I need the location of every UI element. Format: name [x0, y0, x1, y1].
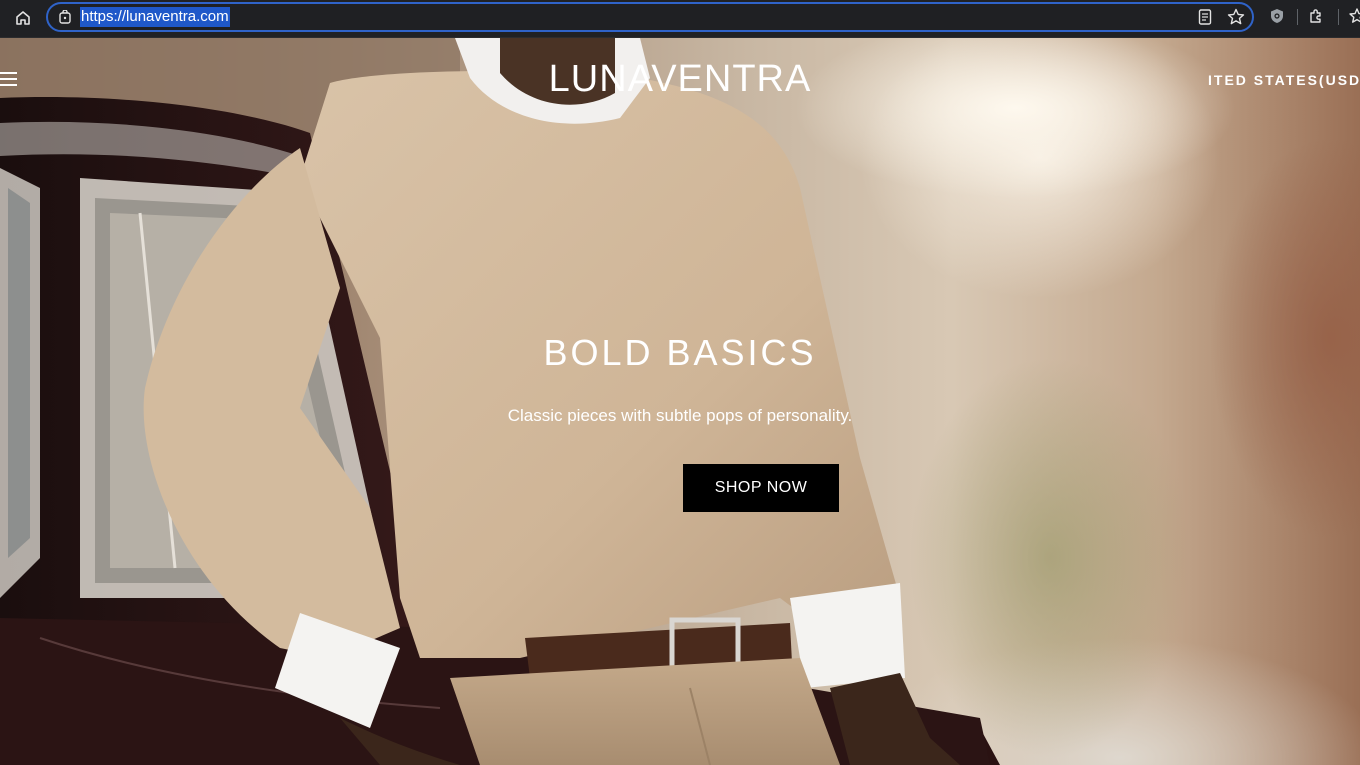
reader-mode-icon[interactable]: [1196, 8, 1214, 26]
hero-headline: BOLD BASICS: [543, 332, 817, 373]
hero-subheadline: Classic pieces with subtle pops of perso…: [507, 406, 853, 425]
extensions-puzzle-icon[interactable]: [1305, 5, 1327, 27]
shop-now-button[interactable]: SHOP NOW: [683, 464, 839, 512]
shield-extension-icon[interactable]: [1266, 5, 1288, 27]
hero-photo: [0, 38, 1000, 765]
browser-toolbar: https://lunaventra.com: [0, 0, 1360, 38]
favorites-icon[interactable]: [1346, 5, 1360, 27]
page-info-icon[interactable]: [57, 9, 73, 25]
toolbar-divider: [1338, 9, 1339, 25]
bookmark-star-icon[interactable]: [1226, 7, 1246, 27]
hero-banner: LUNAVENTRA ITED STATES(USD BOLD BASICS C…: [0, 38, 1360, 765]
home-icon[interactable]: [10, 5, 36, 31]
country-selector[interactable]: ITED STATES(USD: [1208, 72, 1360, 88]
address-bar[interactable]: https://lunaventra.com: [46, 2, 1254, 32]
toolbar-divider: [1297, 9, 1298, 25]
brand-logo[interactable]: LUNAVENTRA: [0, 58, 1360, 101]
url-text[interactable]: https://lunaventra.com: [80, 7, 230, 27]
